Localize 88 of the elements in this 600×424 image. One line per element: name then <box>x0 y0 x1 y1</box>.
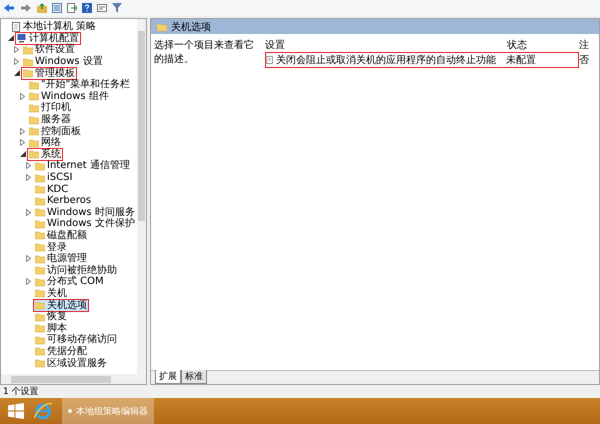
folder-icon <box>35 334 45 345</box>
properties-icon[interactable] <box>97 3 107 13</box>
description-text: 选择一个项目来查看它的描述。 <box>153 38 255 67</box>
tree-item[interactable]: KDC <box>33 182 70 196</box>
tree-item[interactable]: 区域设置服务 <box>33 356 109 370</box>
filter-icon[interactable] <box>112 3 122 13</box>
tree-item[interactable]: 关机选项 <box>33 298 89 312</box>
tree-item[interactable]: Windows 设置 <box>21 55 105 68</box>
up-folder-icon[interactable] <box>37 3 47 13</box>
folder-icon <box>35 254 45 264</box>
computer-icon <box>17 33 27 44</box>
folder-icon <box>35 207 45 218</box>
column-header[interactable]: 状态 <box>507 38 579 52</box>
expander-icon[interactable] <box>8 35 14 42</box>
expander-icon[interactable] <box>20 151 26 158</box>
tree-item[interactable]: 服务器 <box>27 113 73 126</box>
folder-icon <box>35 358 45 368</box>
tree-item[interactable]: 分布式 COM <box>33 275 106 288</box>
folder-icon <box>35 276 45 287</box>
tree-item[interactable]: 系统 <box>27 148 63 161</box>
folder-icon <box>35 346 45 356</box>
tree-item[interactable]: 恢复 <box>33 310 69 324</box>
horizontal-scrollbar[interactable] <box>1 374 146 384</box>
policy-setting-icon <box>266 55 274 65</box>
folder-icon <box>29 126 39 136</box>
folder-icon <box>29 114 39 125</box>
tree-item[interactable]: Windows 文件保护 <box>33 217 137 230</box>
table-cell-text: 未配置 <box>506 54 537 67</box>
folder-icon <box>29 138 39 148</box>
tree-item[interactable]: 电源管理 <box>33 252 89 266</box>
folder-icon <box>35 184 45 194</box>
help-icon[interactable] <box>82 3 92 13</box>
tree-item[interactable]: Windows 时间服务 <box>33 206 137 219</box>
export-icon[interactable] <box>67 3 77 13</box>
folder-icon <box>35 300 45 310</box>
folder-icon <box>35 265 45 276</box>
tree-item[interactable]: 管理模板 <box>21 66 77 80</box>
tree-item[interactable]: 软件设置 <box>21 43 77 56</box>
vertical-scrollbar[interactable] <box>137 19 146 374</box>
tree-item[interactable]: Internet 通信管理 <box>33 159 132 172</box>
folder-icon <box>29 91 39 102</box>
view-tab[interactable]: 扩展 <box>155 370 181 384</box>
column-header[interactable]: 注 <box>579 38 599 52</box>
tree-item[interactable]: Kerberos <box>33 194 94 208</box>
folder-icon <box>35 312 45 322</box>
tree-item[interactable]: 打印机 <box>27 101 73 114</box>
folder-icon <box>35 218 45 229</box>
folder-icon <box>29 80 39 90</box>
tree-item[interactable]: 访问被拒绝协助 <box>33 264 119 277</box>
folder-icon <box>29 149 39 160</box>
folder-icon <box>35 242 45 252</box>
folder-icon <box>35 160 45 171</box>
folder-icon <box>35 196 45 206</box>
folder-icon <box>29 102 39 113</box>
tree-item[interactable]: 关机 <box>33 286 69 300</box>
tree-item[interactable]: Windows 组件 <box>27 90 111 103</box>
tree-item[interactable]: iSCSI <box>33 171 74 184</box>
table-cell-text: 否 <box>579 54 590 67</box>
table-cell: 关闭会阻止或取消关机的应用程序的自动终止功能 <box>266 53 506 67</box>
tree-item[interactable]: 脚本 <box>33 322 69 335</box>
tree-item[interactable]: 本地计算机 策略 <box>9 20 98 34</box>
folder-icon <box>23 68 33 78</box>
folder-icon <box>35 288 45 298</box>
column-header[interactable]: 设置 <box>265 38 507 52</box>
tree-item[interactable]: 磁盘配额 <box>33 228 89 242</box>
tree-item[interactable]: 网络 <box>27 136 63 150</box>
tree-item[interactable]: 控制面板 <box>27 124 83 138</box>
document-icon <box>11 22 21 32</box>
tree-item[interactable]: 登录 <box>33 240 69 254</box>
tree-view-icon[interactable] <box>52 3 62 13</box>
folder-icon <box>35 172 45 183</box>
back-icon[interactable] <box>3 3 15 13</box>
setting-row[interactable]: 关闭会阻止或取消关机的应用程序的自动终止功能 未配置 <box>265 52 579 68</box>
folder-icon <box>23 44 33 55</box>
folder-icon <box>23 56 33 67</box>
tree-item[interactable]: 计算机配置 <box>15 32 81 45</box>
windows-logo-icon[interactable] <box>8 403 24 419</box>
panel-title: 关机选项 <box>171 20 211 34</box>
folder-icon <box>157 22 167 32</box>
browser-icon[interactable] <box>34 402 52 420</box>
tree-item[interactable]: "开始"菜单和任务栏 <box>27 78 132 92</box>
tree-item[interactable]: 凭据分配 <box>33 344 89 358</box>
forward-icon[interactable] <box>20 3 32 13</box>
view-tab[interactable]: 标准 <box>181 370 207 384</box>
folder-icon <box>35 230 45 240</box>
folder-icon <box>35 323 45 334</box>
tree-item[interactable]: 可移动存储访问 <box>33 333 119 346</box>
expander-icon[interactable] <box>14 70 20 76</box>
